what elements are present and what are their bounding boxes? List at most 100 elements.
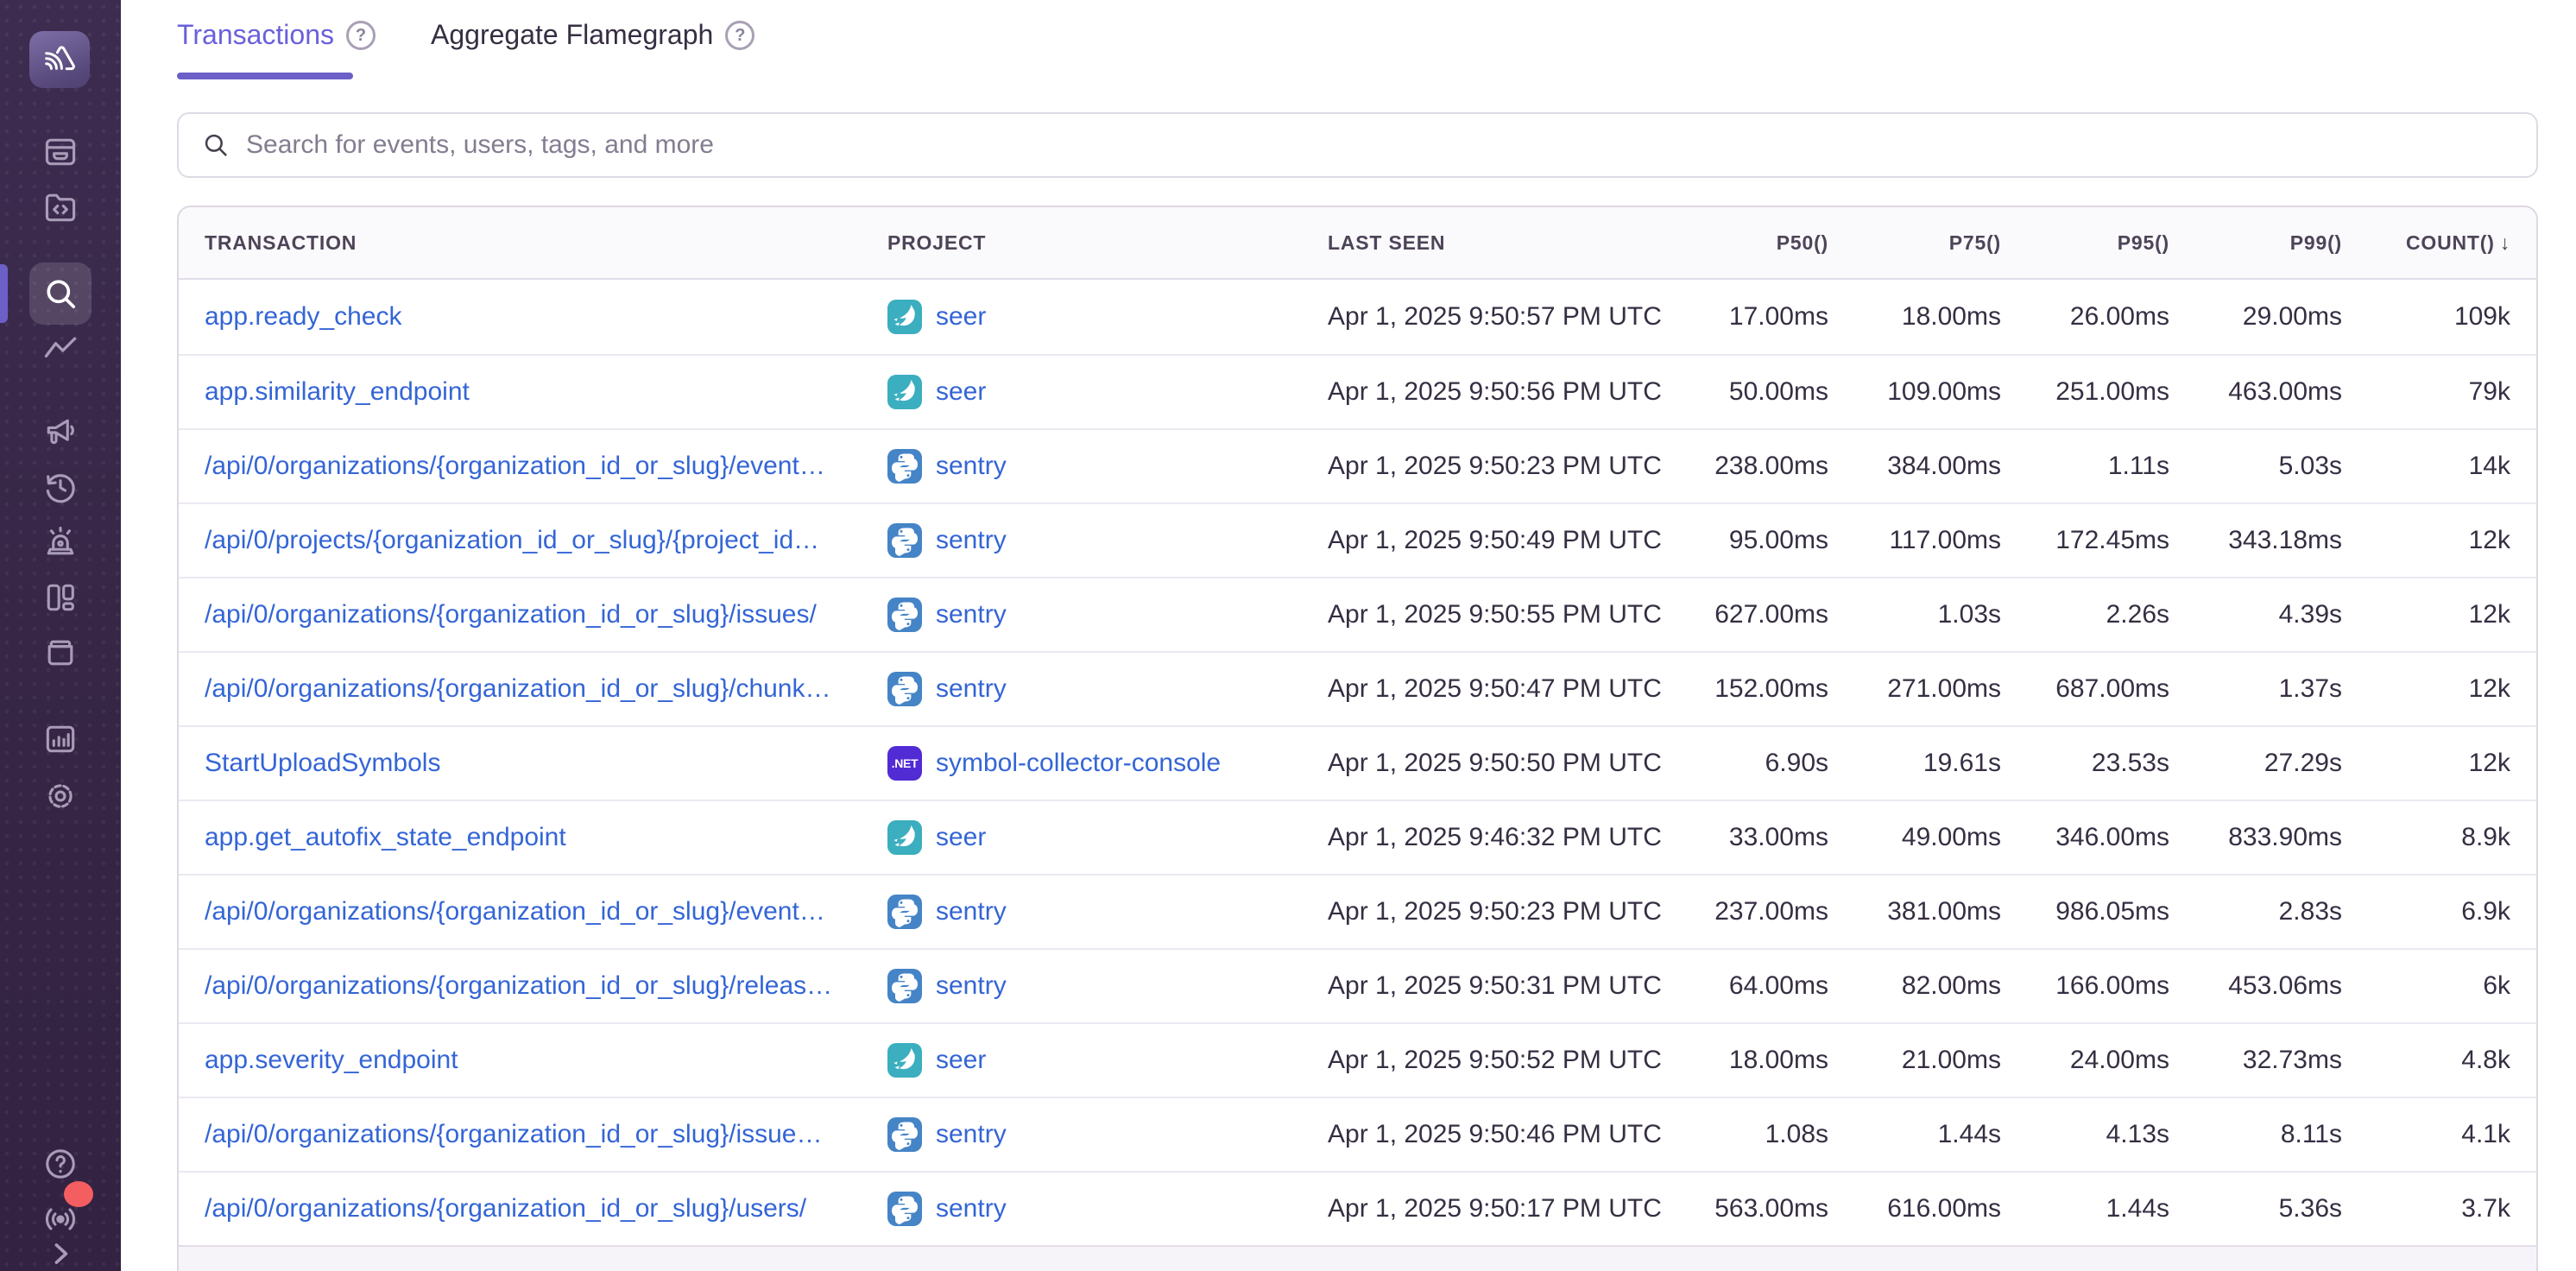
tab-aggregate-flamegraph[interactable]: Aggregate Flamegraph ?	[431, 19, 754, 51]
project-cell[interactable]: sentry	[887, 672, 1328, 706]
col-header-p50[interactable]: P50()	[1656, 231, 1828, 255]
project-link[interactable]: sentry	[936, 526, 1007, 555]
col-header-transaction[interactable]: Transaction	[205, 231, 887, 255]
project-link[interactable]: seer	[936, 823, 986, 852]
project-cell[interactable]: seer	[887, 375, 1328, 409]
insights-icon[interactable]	[41, 332, 79, 370]
p95-value: 166.00ms	[2001, 971, 2169, 1001]
project-link[interactable]: seer	[936, 1046, 986, 1075]
table-row[interactable]: /api/0/organizations/{organization_id_or…	[179, 1171, 2536, 1245]
issues-icon[interactable]	[41, 133, 79, 171]
sentry-logo[interactable]	[29, 31, 90, 88]
help-icon[interactable]: ?	[346, 21, 376, 50]
search-input[interactable]	[246, 130, 2514, 160]
table-row[interactable]: /api/0/organizations/{organization_id_or…	[179, 874, 2536, 948]
p75-value: 381.00ms	[1828, 897, 2001, 926]
project-link[interactable]: sentry	[936, 600, 1007, 629]
project-cell[interactable]: sentry	[887, 449, 1328, 484]
col-header-p95[interactable]: P95()	[2001, 231, 2169, 255]
last-seen-value: Apr 1, 2025 9:46:32 PM UTC	[1328, 823, 1656, 852]
project-cell[interactable]: seer	[887, 820, 1328, 855]
project-cell[interactable]: sentry	[887, 969, 1328, 1003]
project-cell[interactable]: seer	[887, 300, 1328, 334]
table-row[interactable]: StartUploadSymbols .NET symbol-collector…	[179, 725, 2536, 800]
col-header-count[interactable]: Count()↓	[2342, 231, 2510, 255]
p99-value: 453.06ms	[2169, 971, 2342, 1001]
transaction-link[interactable]: app.get_autofix_state_endpoint	[205, 823, 887, 852]
last-seen-value: Apr 1, 2025 9:50:57 PM UTC	[1328, 302, 1656, 332]
project-cell[interactable]: sentry	[887, 895, 1328, 929]
p95-value: 23.53s	[2001, 749, 2169, 778]
transaction-link[interactable]: app.similarity_endpoint	[205, 377, 887, 407]
col-header-p75[interactable]: P75()	[1828, 231, 2001, 255]
project-link[interactable]: sentry	[936, 452, 1007, 481]
dashboards-icon[interactable]	[41, 579, 79, 617]
table-row[interactable]: /api/0/projects/{organization_id_or_slug…	[179, 503, 2536, 577]
count-value: 79k	[2342, 377, 2510, 407]
project-link[interactable]: sentry	[936, 674, 1007, 704]
col-header-last-seen[interactable]: Last Seen	[1328, 231, 1656, 255]
project-cell[interactable]: sentry	[887, 1192, 1328, 1226]
project-link[interactable]: sentry	[936, 971, 1007, 1001]
seer-project-icon	[887, 375, 922, 409]
project-link[interactable]: symbol-collector-console	[936, 749, 1221, 778]
transaction-link[interactable]: /api/0/organizations/{organization_id_or…	[205, 1120, 887, 1149]
tab-transactions[interactable]: Transactions ?	[177, 19, 376, 51]
project-cell[interactable]: sentry	[887, 523, 1328, 558]
tab-transactions-label: Transactions	[177, 19, 334, 51]
transaction-link[interactable]: StartUploadSymbols	[205, 749, 887, 778]
col-header-p99[interactable]: P99()	[2169, 231, 2342, 255]
releases-icon[interactable]	[41, 634, 79, 672]
p50-value: 6.90s	[1656, 749, 1828, 778]
transaction-link[interactable]: /api/0/organizations/{organization_id_or…	[205, 674, 887, 704]
replays-history-icon[interactable]	[41, 468, 79, 506]
table-row[interactable]: app.severity_endpoint seer Apr 1, 2025 9…	[179, 1022, 2536, 1097]
python-project-icon	[887, 1117, 922, 1152]
transaction-link[interactable]: /api/0/organizations/{organization_id_or…	[205, 897, 887, 926]
search-bar[interactable]	[177, 112, 2538, 178]
transaction-link[interactable]: app.severity_endpoint	[205, 1046, 887, 1075]
help-circle-icon[interactable]	[41, 1145, 79, 1183]
feedback-megaphone-icon[interactable]	[41, 413, 79, 451]
help-icon[interactable]: ?	[725, 21, 754, 50]
transaction-link[interactable]: app.ready_check	[205, 302, 887, 332]
explore-icon[interactable]	[41, 188, 79, 226]
project-link[interactable]: sentry	[936, 1120, 1007, 1149]
table-row[interactable]: app.ready_check seer Apr 1, 2025 9:50:57…	[179, 280, 2536, 354]
p50-value: 563.00ms	[1656, 1194, 1828, 1224]
count-value: 6k	[2342, 971, 2510, 1001]
project-cell[interactable]: seer	[887, 1043, 1328, 1078]
p75-value: 1.03s	[1828, 600, 2001, 629]
transaction-link[interactable]: /api/0/organizations/{organization_id_or…	[205, 971, 887, 1001]
table-row[interactable]: /api/0/organizations/{organization_id_or…	[179, 1097, 2536, 1171]
transaction-link[interactable]: /api/0/organizations/{organization_id_or…	[205, 452, 887, 481]
table-row[interactable]: /api/0/organizations/{organization_id_or…	[179, 428, 2536, 503]
alerts-siren-icon[interactable]	[41, 523, 79, 561]
transaction-link[interactable]: /api/0/projects/{organization_id_or_slug…	[205, 526, 887, 555]
project-cell[interactable]: sentry	[887, 1117, 1328, 1152]
transaction-link[interactable]: /api/0/organizations/{organization_id_or…	[205, 600, 887, 629]
table-row[interactable]: /api/0/organizations/{organization_id_or…	[179, 948, 2536, 1022]
sort-desc-icon[interactable]: ↓	[2500, 231, 2510, 254]
count-value: 4.1k	[2342, 1120, 2510, 1149]
search-nav-icon[interactable]	[41, 275, 79, 313]
project-cell[interactable]: .NET symbol-collector-console	[887, 746, 1328, 781]
p75-value: 18.00ms	[1828, 302, 2001, 332]
p95-value: 26.00ms	[2001, 302, 2169, 332]
stats-icon[interactable]	[41, 720, 79, 758]
project-link[interactable]: sentry	[936, 1194, 1007, 1224]
col-header-project[interactable]: Project	[887, 231, 1328, 255]
p50-value: 627.00ms	[1656, 600, 1828, 629]
settings-gear-icon[interactable]	[41, 777, 79, 815]
project-link[interactable]: sentry	[936, 897, 1007, 926]
project-link[interactable]: seer	[936, 377, 986, 407]
table-row[interactable]: /api/0/organizations/{organization_id_or…	[179, 651, 2536, 725]
table-row[interactable]: app.get_autofix_state_endpoint seer Apr …	[179, 800, 2536, 874]
table-row[interactable]: /api/0/organizations/{organization_id_or…	[179, 577, 2536, 651]
count-value: 4.8k	[2342, 1046, 2510, 1075]
project-link[interactable]: seer	[936, 302, 986, 332]
collapse-chevron-icon[interactable]	[41, 1235, 79, 1271]
project-cell[interactable]: sentry	[887, 598, 1328, 632]
table-row[interactable]: app.similarity_endpoint seer Apr 1, 2025…	[179, 354, 2536, 428]
transaction-link[interactable]: /api/0/organizations/{organization_id_or…	[205, 1194, 887, 1224]
